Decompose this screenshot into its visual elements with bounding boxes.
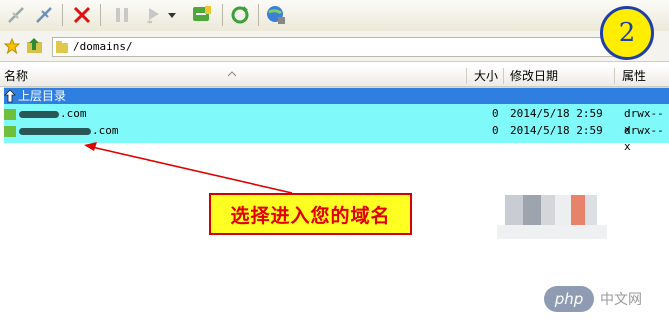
watermark-text: 中文网 <box>600 292 642 308</box>
annotation-arrow <box>84 142 293 194</box>
callout-box: 选择进入您的域名 <box>209 193 412 235</box>
watermark: php 中文网 <box>544 284 666 314</box>
php-logo: php <box>544 286 594 312</box>
